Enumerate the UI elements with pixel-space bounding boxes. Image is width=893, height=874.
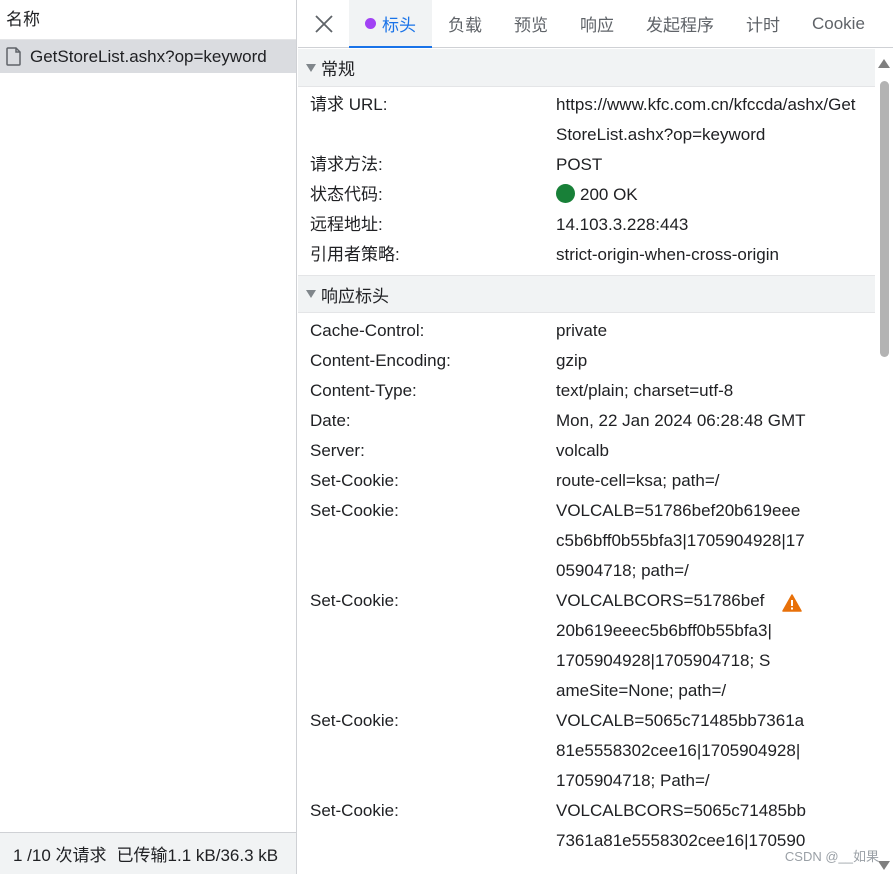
header-key: 状态代码: bbox=[310, 185, 383, 204]
header-key: Set-Cookie: bbox=[310, 591, 399, 610]
header-value: VOLCALBCORS=51786bef20b619eeec5b6bff0b55… bbox=[556, 591, 772, 700]
status-bar: 1 /10 次请求 已传输1.1 kB/36.3 kB bbox=[0, 832, 296, 874]
request-detail-panel: 标头 负载 预览 响应 发起程序 计时 Cookie 常规 请求 URL: ht… bbox=[298, 0, 893, 874]
header-key: Cache-Control: bbox=[310, 321, 425, 340]
request-row[interactable]: GetStoreList.ashx?op=keyword bbox=[0, 40, 296, 73]
headers-content: 常规 请求 URL: https://www.kfc.com.cn/kfccda… bbox=[298, 49, 875, 874]
header-row: Content-Type: text/plain; charset=utf-8 bbox=[298, 376, 875, 406]
header-key: Set-Cookie: bbox=[310, 471, 399, 490]
header-value: POST bbox=[556, 155, 603, 174]
header-value: gzip bbox=[556, 351, 588, 370]
header-key: Content-Encoding: bbox=[310, 351, 451, 370]
section-title: 响应标头 bbox=[321, 286, 389, 306]
header-key: Set-Cookie: bbox=[310, 501, 399, 520]
header-key: 引用者策略: bbox=[310, 245, 400, 264]
header-value: Mon, 22 Jan 2024 06:28:48 GMT bbox=[556, 411, 806, 430]
transfer-size: 已传输1.1 kB/36.3 kB bbox=[116, 846, 279, 865]
close-icon bbox=[314, 14, 333, 33]
header-key: Set-Cookie: bbox=[310, 711, 399, 730]
header-key: Content-Type: bbox=[310, 381, 417, 400]
header-value: VOLCALB=5065c71485bb7361a81e5558302cee16… bbox=[556, 711, 805, 790]
header-value: https://www.kfc.com.cn/kfccda/ashx/GetSt… bbox=[556, 95, 856, 144]
status-value: 200 OK bbox=[556, 180, 866, 210]
watermark: CSDN @__如果 bbox=[784, 849, 879, 864]
general-section-header[interactable]: 常规 bbox=[298, 49, 875, 87]
warning-icon[interactable] bbox=[782, 592, 802, 612]
header-row: 状态代码: 200 OK bbox=[298, 180, 875, 210]
modified-dot-icon bbox=[365, 18, 376, 29]
status-ok-icon bbox=[556, 184, 575, 203]
tab-preview[interactable]: 预览 bbox=[498, 0, 564, 47]
tab-payload[interactable]: 负载 bbox=[432, 0, 498, 47]
document-icon bbox=[6, 47, 22, 66]
triangle-down-icon bbox=[306, 290, 316, 298]
header-key: Server: bbox=[310, 441, 365, 460]
header-row: Set-Cookie: route-cell=ksa; path=/ bbox=[298, 466, 875, 496]
tab-headers[interactable]: 标头 bbox=[349, 0, 432, 48]
request-name: GetStoreList.ashx?op=keyword bbox=[30, 46, 267, 66]
triangle-down-icon bbox=[306, 63, 316, 72]
name-column-header[interactable]: 名称 bbox=[0, 0, 296, 40]
header-row: Set-Cookie: VOLCALBCORS=51786bef20b619ee… bbox=[298, 586, 875, 706]
header-key: Set-Cookie: bbox=[310, 801, 399, 820]
response-headers-section-header[interactable]: 响应标头 bbox=[298, 275, 875, 313]
header-key: 请求 URL: bbox=[310, 95, 388, 114]
header-value: VOLCALBCORS=5065c71485bb7361a81e5558302c… bbox=[556, 801, 806, 850]
header-row: 远程地址: 14.103.3.228:443 bbox=[298, 210, 875, 240]
scroll-up-arrow-icon[interactable] bbox=[878, 59, 890, 68]
header-value: text/plain; charset=utf-8 bbox=[556, 381, 734, 400]
header-row: 引用者策略: strict-origin-when-cross-origin bbox=[298, 240, 875, 270]
close-button[interactable] bbox=[298, 0, 349, 47]
header-value: VOLCALB=51786bef20b619eeec5b6bff0b55bfa3… bbox=[556, 501, 805, 580]
general-rows: 请求 URL: https://www.kfc.com.cn/kfccda/as… bbox=[298, 87, 875, 275]
tab-cookies[interactable]: Cookie bbox=[796, 0, 881, 47]
header-key: Date: bbox=[310, 411, 351, 430]
request-list-panel: 名称 GetStoreList.ashx?op=keyword 1 /10 次请… bbox=[0, 0, 297, 874]
header-row: Server: volcalb bbox=[298, 436, 875, 466]
scroll-down-arrow-icon[interactable] bbox=[878, 861, 890, 870]
header-row: 请求 URL: https://www.kfc.com.cn/kfccda/as… bbox=[298, 90, 875, 150]
header-key: 远程地址: bbox=[310, 215, 383, 234]
tab-response[interactable]: 响应 bbox=[564, 0, 630, 47]
header-row: Date: Mon, 22 Jan 2024 06:28:48 GMT bbox=[298, 406, 875, 436]
header-row: Set-Cookie: VOLCALB=51786bef20b619eeec5b… bbox=[298, 496, 875, 586]
status-text: 200 OK bbox=[580, 185, 638, 204]
header-value: route-cell=ksa; path=/ bbox=[556, 471, 720, 490]
header-row: Set-Cookie: VOLCALB=5065c71485bb7361a81e… bbox=[298, 706, 875, 796]
request-count: 1 /10 次请求 bbox=[13, 846, 107, 865]
vertical-scrollbar[interactable] bbox=[875, 49, 893, 874]
scrollbar-thumb[interactable] bbox=[880, 81, 889, 357]
detail-tab-bar: 标头 负载 预览 响应 发起程序 计时 Cookie bbox=[298, 0, 893, 48]
section-title: 常规 bbox=[321, 60, 355, 79]
header-key: 请求方法: bbox=[310, 155, 383, 174]
header-value: private bbox=[556, 321, 608, 340]
header-row: 请求方法: POST bbox=[298, 150, 875, 180]
header-value: volcalb bbox=[556, 441, 609, 460]
response-header-rows: Cache-Control: private Content-Encoding:… bbox=[298, 313, 875, 861]
header-value: strict-origin-when-cross-origin bbox=[556, 245, 779, 264]
header-value-with-warning: VOLCALBCORS=51786bef20b619eeec5b6bff0b55… bbox=[556, 586, 808, 706]
tab-initiator[interactable]: 发起程序 bbox=[630, 0, 730, 47]
tab-timing[interactable]: 计时 bbox=[730, 0, 796, 47]
header-value: 14.103.3.228:443 bbox=[556, 215, 689, 234]
tab-label: 标头 bbox=[382, 16, 416, 35]
header-row: Content-Encoding: gzip bbox=[298, 346, 875, 376]
header-row: Cache-Control: private bbox=[298, 316, 875, 346]
